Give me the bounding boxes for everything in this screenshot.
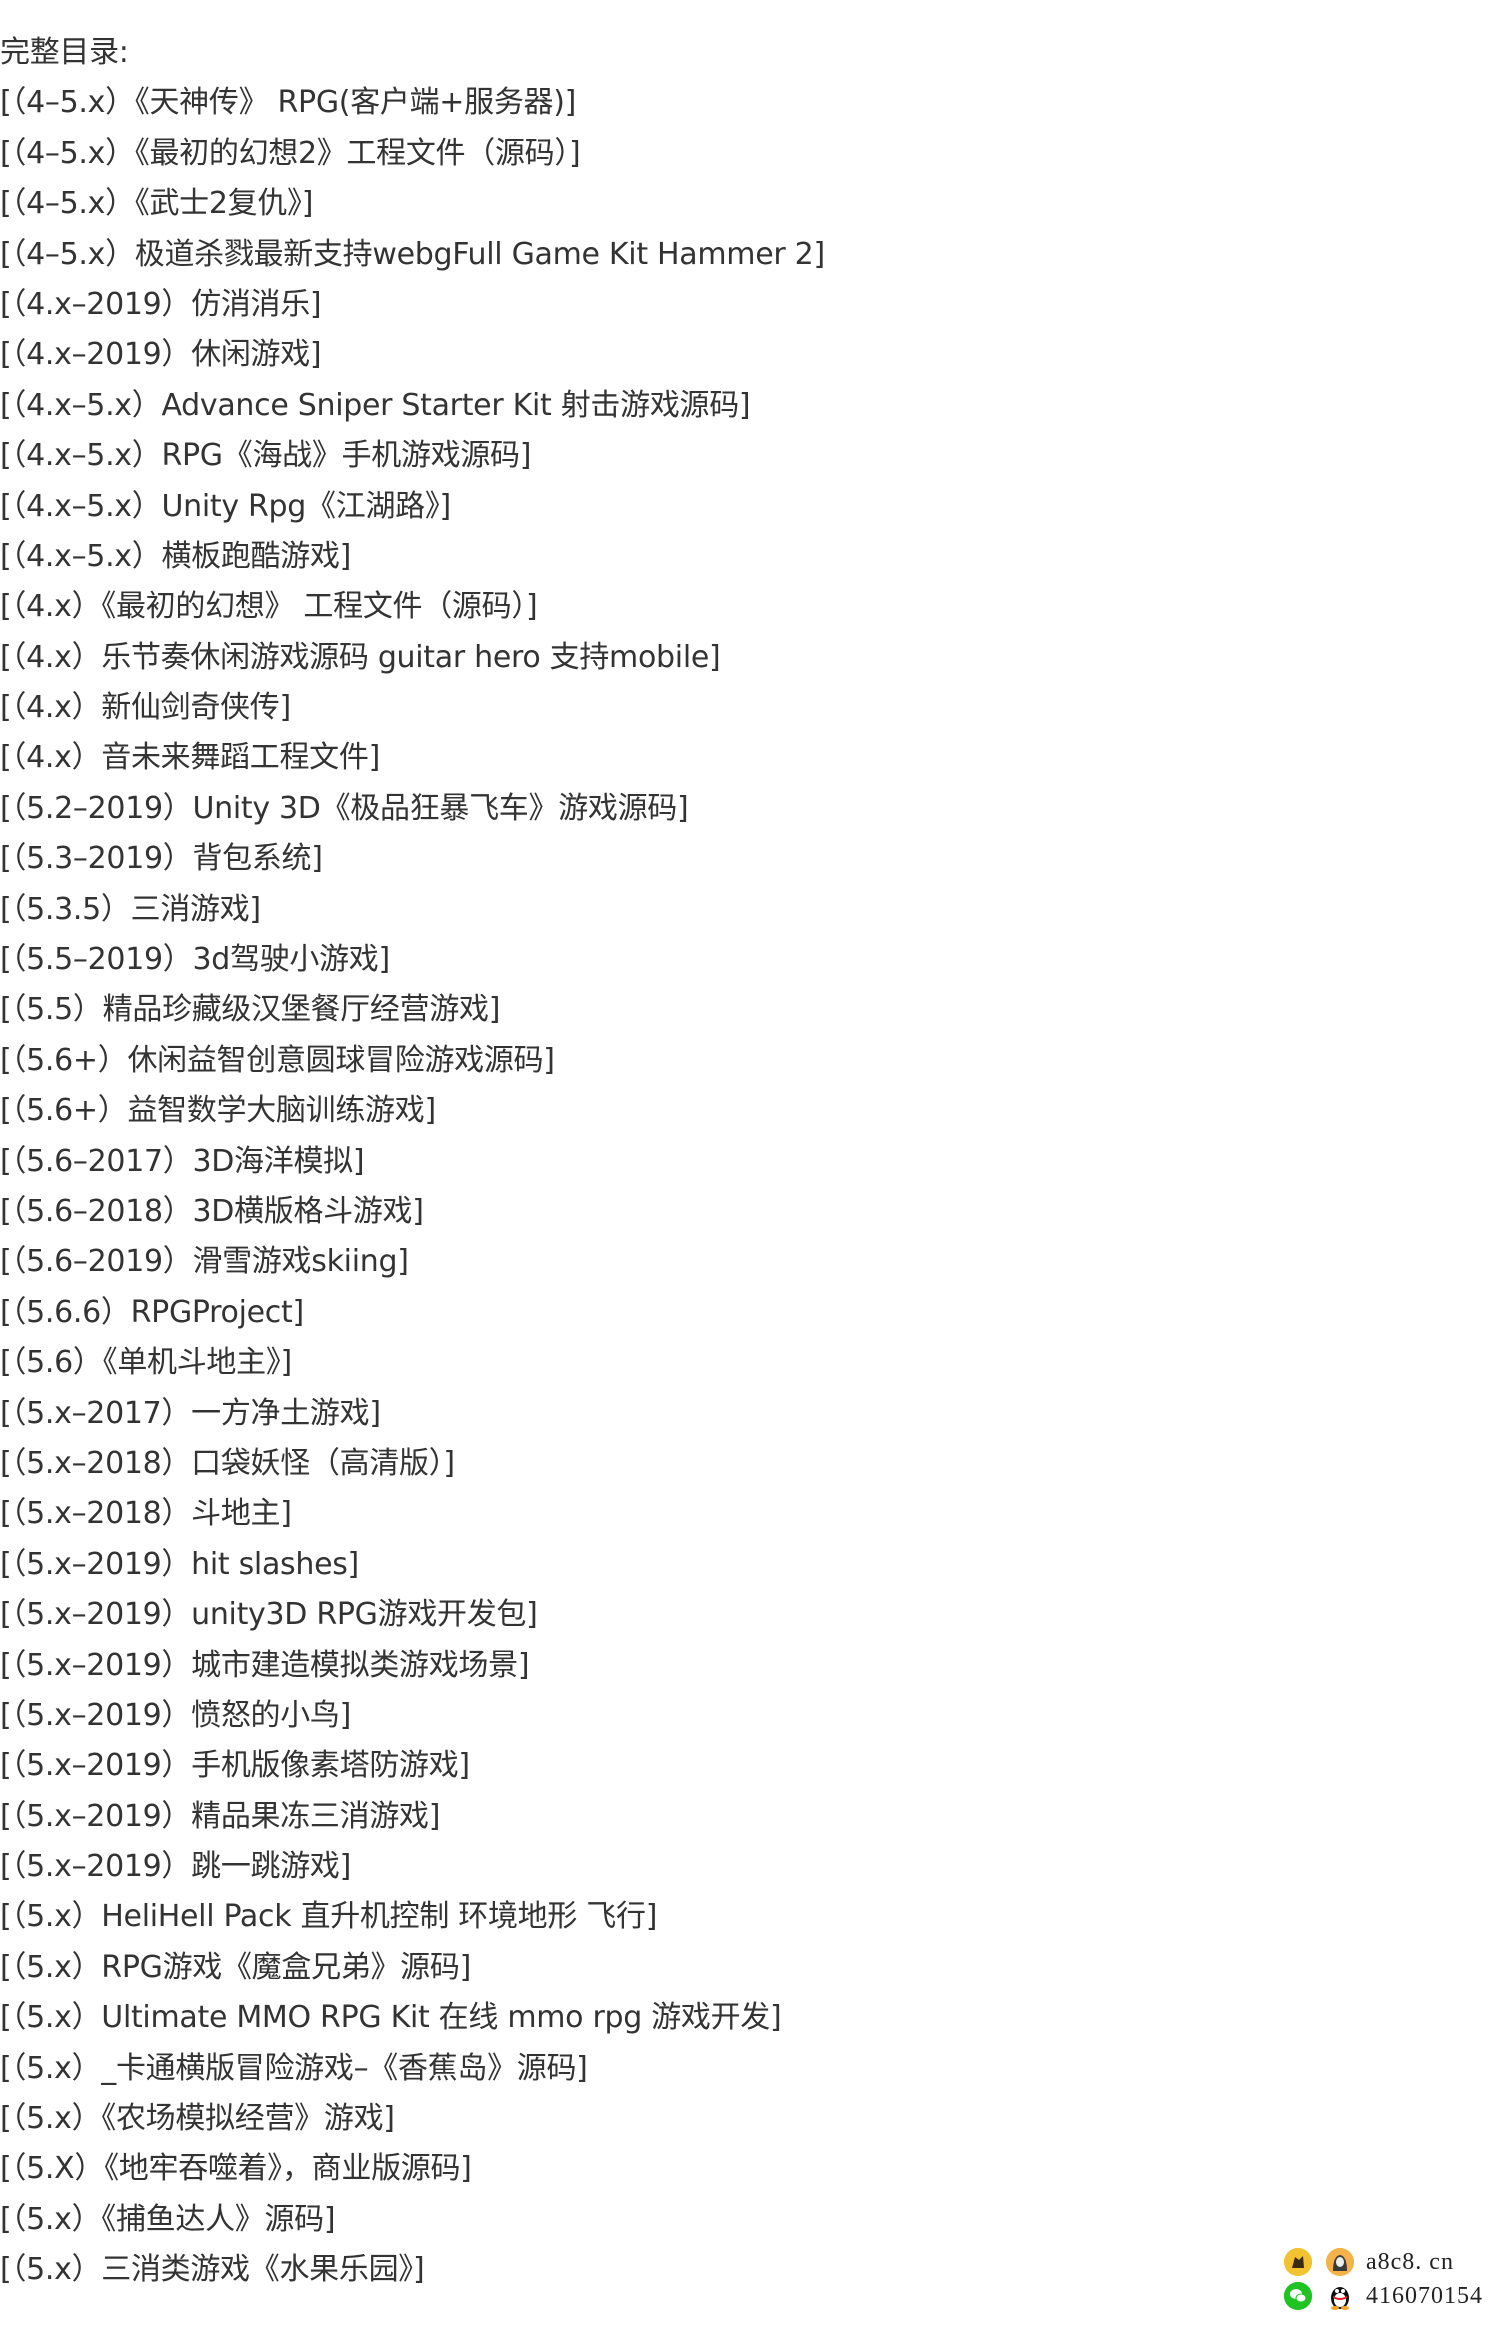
document-body: 完整目录: [（4–5.x）《天神传》 RPG(客户端+服务器)] [（4–5.x… — [0, 28, 1500, 2346]
list-item: [（5.x）三消类游戏《水果乐园》] — [0, 2252, 425, 2288]
list-item: [（5.x–2018）斗地主] — [0, 1496, 292, 1532]
list-item: [（4.x–2019）休闲游戏] — [0, 337, 322, 373]
list-item: [（5.6+）休闲益智创意圆球冒险游戏源码] — [0, 1042, 555, 1078]
list-item: [（4–5.x）《武士2复仇》] — [0, 186, 314, 222]
list-item: [（5.x–2018）口袋妖怪（高清版）] — [0, 1445, 455, 1481]
list-item: [（5.3–2019）背包系统] — [0, 841, 323, 877]
directory-list: [（4–5.x）《天神传》 RPG(客户端+服务器)] [（4–5.x）《最初的幻… — [0, 78, 1500, 2295]
watermark-qq-number: 416070154 — [1366, 2283, 1483, 2309]
list-item: [（5.5–2019）3d驾驶小游戏] — [0, 942, 390, 978]
watermark-row-site: a8c8. cn — [1282, 2246, 1500, 2278]
list-item: [（5.2–2019）Unity 3D《极品狂暴飞车》游戏源码] — [0, 790, 689, 826]
list-item: [（5.5）精品珍藏级汉堡餐厅经营游戏] — [0, 992, 501, 1028]
list-item: [（5.3.5）三消游戏] — [0, 891, 261, 927]
list-item: [（5.x）《农场模拟经营》游戏] — [0, 2101, 395, 2137]
avatar-icon — [1326, 2248, 1354, 2276]
list-item: [（5.x–2019）城市建造模拟类游戏场景] — [0, 1647, 530, 1683]
watermark-site: a8c8. cn — [1366, 2249, 1454, 2275]
document-title: 完整目录: — [0, 35, 129, 70]
watermark-row-qq: 416070154 — [1282, 2280, 1500, 2312]
list-item: [（5.x–2017）一方净土游戏] — [0, 1395, 381, 1431]
list-item: [（5.x）RPG游戏《魔盒兄弟》源码] — [0, 1949, 471, 1985]
list-item: [（4.x）《最初的幻想》 工程文件（源码）] — [0, 589, 538, 625]
list-item: [（4.x–5.x）Unity Rpg《江湖路》] — [0, 488, 451, 524]
list-item: [（5.6+）益智数学大脑训练游戏] — [0, 1093, 436, 1129]
list-item-partial — [0, 2296, 1500, 2346]
wechat-icon — [1284, 2282, 1312, 2310]
list-item: [（5.6–2017）3D海洋模拟] — [0, 1143, 365, 1179]
list-item: [（4.x）乐节奏休闲游戏源码 guitar hero 支持mobile] — [0, 639, 721, 675]
list-item: [（4–5.x）极道杀戮最新支持webgFull Game Kit Hammer… — [0, 236, 825, 272]
list-item: [（5.x–2019）手机版像素塔防游戏] — [0, 1748, 470, 1784]
list-item: [（5.x–2019）愤怒的小鸟] — [0, 1697, 352, 1733]
list-item: [（4.x）新仙剑奇侠传] — [0, 690, 291, 726]
list-item: [（5.x–2019）精品果冻三消游戏] — [0, 1798, 441, 1834]
list-item: [（4–5.x）《最初的幻想2》工程文件（源码）] — [0, 135, 581, 171]
list-item: [（4.x–5.x）RPG《海战》手机游戏源码] — [0, 438, 532, 474]
list-item: [（5.x）_卡通横版冒险游戏–《香蕉岛》源码] — [0, 2050, 588, 2086]
list-item: [（4.x–5.x）Advance Sniper Starter Kit 射击游… — [0, 387, 751, 423]
list-item: [（5.6–2019）滑雪游戏skiing] — [0, 1244, 409, 1280]
list-item: [（4.x–5.x）横板跑酷游戏] — [0, 538, 352, 574]
list-item: [（5.x–2019）跳一跳游戏] — [0, 1849, 352, 1885]
list-item: [（5.x）Ultimate MMO RPG Kit 在线 mmo rpg 游戏… — [0, 2000, 782, 2036]
logo-icon — [1284, 2248, 1312, 2276]
watermark: a8c8. cn 416070154 — [1282, 2246, 1500, 2316]
list-item: [（5.x–2019）unity3D RPG游戏开发包] — [0, 1597, 538, 1633]
list-item: [（4.x）音未来舞蹈工程文件] — [0, 740, 380, 776]
list-item: [（5.x）《捕鱼达人》源码] — [0, 2201, 336, 2237]
list-item: [（5.x）HeliHell Pack 直升机控制 环境地形 飞行] — [0, 1899, 658, 1935]
list-item: [（4–5.x）《天神传》 RPG(客户端+服务器)] — [0, 85, 577, 121]
list-item: [（5.x–2019）hit slashes] — [0, 1546, 359, 1582]
list-item: [（5.X）《地牢吞噬着》，商业版源码] — [0, 2151, 472, 2187]
list-item: [（5.6）《单机斗地主》] — [0, 1345, 292, 1381]
list-item: [（4.x–2019）仿消消乐] — [0, 286, 322, 322]
list-item: [（5.6–2018）3D横版格斗游戏] — [0, 1193, 424, 1229]
list-item: [（5.6.6）RPGProject] — [0, 1294, 304, 1330]
qq-penguin-icon — [1326, 2282, 1354, 2310]
